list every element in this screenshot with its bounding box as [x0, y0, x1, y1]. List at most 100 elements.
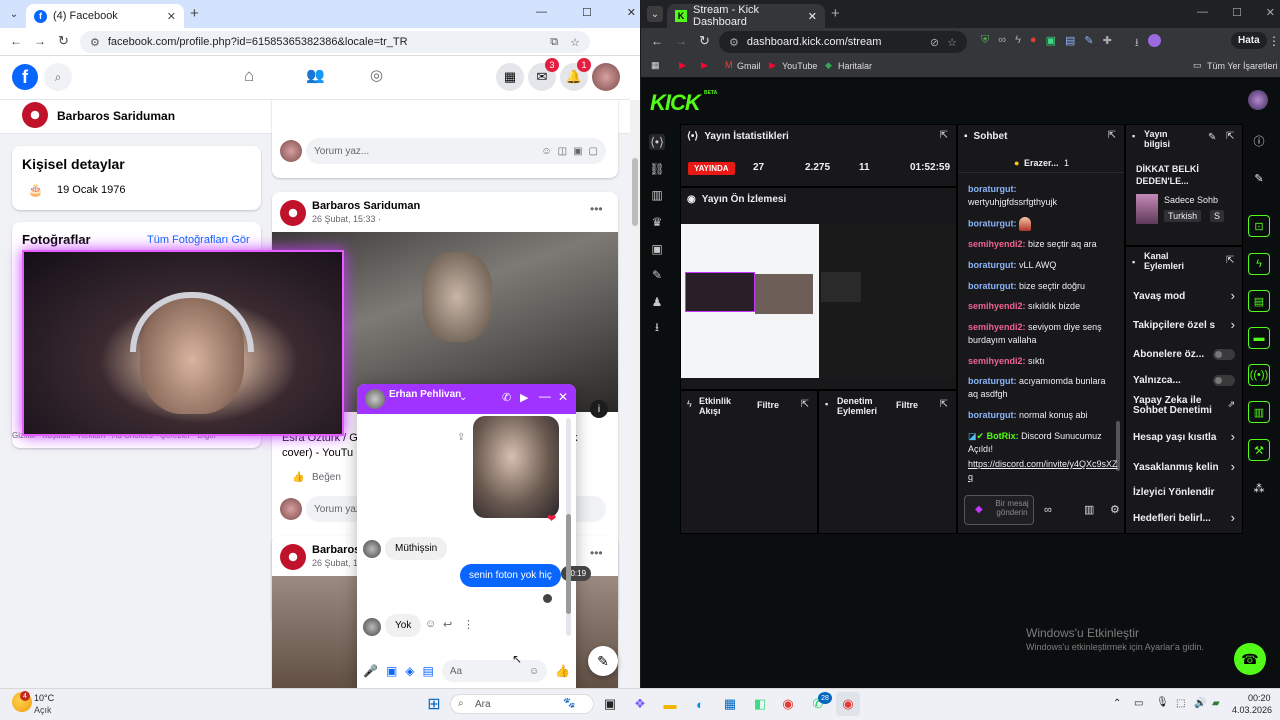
document-icon[interactable]: ▤ — [1248, 290, 1270, 312]
mic-icon[interactable]: 🎤 — [363, 664, 378, 678]
comment-icon[interactable]: ▬ — [1248, 327, 1270, 349]
chat-user[interactable]: semihyendi2: — [968, 301, 1026, 311]
network-icon[interactable]: ⬚ — [1176, 698, 1185, 709]
broadcast-icon[interactable]: ⟨•⟩ — [649, 134, 665, 150]
copilot-icon[interactable]: ❖ — [628, 692, 652, 716]
bookmark-gmail[interactable]: Gmail — [737, 61, 761, 71]
install-icon[interactable]: ⧉ — [550, 36, 558, 49]
action-ai-moderation[interactable]: Yapay Zeka ile Sohbet Denetimi ⇗ — [1125, 396, 1243, 420]
image-icon[interactable]: ▣ — [386, 664, 397, 678]
notifications-icon[interactable]: 🔔 1 — [560, 58, 591, 91]
bookmark-star-icon-right[interactable]: ☆ — [947, 36, 957, 49]
toggle-switch[interactable] — [1213, 349, 1235, 360]
moderation-expand-icon[interactable]: ⇱ — [940, 399, 948, 410]
reload-icon-right[interactable]: ↻ — [699, 33, 710, 49]
task-view-icon[interactable]: ▣ — [598, 692, 622, 716]
emoji-picker-icon[interactable]: ☺ — [529, 666, 539, 677]
messenger-icon[interactable]: ✉ 3 — [528, 58, 559, 91]
share-icon[interactable]: ⇪ — [457, 432, 465, 443]
emoji-icon[interactable]: ☺ — [541, 146, 551, 157]
video-call-icon[interactable]: ▶ — [520, 391, 528, 404]
mic-tray-icon[interactable]: 🎙 — [1156, 697, 1169, 708]
shield-ext-icon[interactable]: ⛨ — [981, 34, 989, 53]
store-icon[interactable]: ▦ — [718, 692, 742, 716]
taskbar-search[interactable]: ⌕ Ara 🐾 — [450, 694, 594, 714]
action-followers-only[interactable]: Takipçilere özel s › — [1125, 317, 1243, 337]
chat-input[interactable]: ◆ Bir mesaj gönderin — [964, 495, 1034, 525]
chat-user[interactable]: semihyendi2: — [968, 239, 1026, 249]
wrench-tool-icon[interactable]: ⚒ — [1248, 439, 1270, 461]
address-bar[interactable]: ⚙ facebook.com/profile.php?id=6158536538… — [80, 31, 590, 53]
post-more-icon[interactable]: ••• — [590, 202, 603, 216]
chrome-icon[interactable]: ◉ — [776, 692, 800, 716]
more-options-icon[interactable]: ⋮ — [463, 618, 474, 631]
post2-more-icon[interactable]: ••• — [590, 546, 603, 560]
yt-bookmark-icon[interactable]: ▶ — [679, 60, 686, 71]
action-account-age[interactable]: Hesap yaşı kısıtla › — [1125, 429, 1243, 449]
tab-search-icon-right[interactable]: ⌄ — [647, 6, 663, 22]
pencil-icon[interactable]: ✎ — [1248, 167, 1270, 189]
broadcast-signal-icon[interactable]: ((•)) — [1248, 364, 1270, 386]
comment-box[interactable]: Yorum yaz... ☺ ◫ ▣ ▢ — [306, 138, 606, 164]
reply-icon[interactable]: ↩ — [443, 618, 452, 631]
action-banned-words[interactable]: Yasaklanmış kelin › — [1125, 459, 1243, 479]
glasses-ext-icon[interactable]: ∞ — [998, 34, 1006, 53]
all-bookmarks[interactable]: Tüm Yer İşaretleri — [1207, 61, 1278, 71]
bookmark-youtube[interactable]: YouTube — [782, 61, 817, 71]
post2-date[interactable]: 26 Şubat, 14 — [312, 558, 363, 568]
groups-icon[interactable]: ◎ — [370, 66, 383, 84]
chat-scrollbar[interactable] — [566, 418, 571, 636]
chrome-active-icon[interactable]: ◉ — [836, 692, 860, 716]
chat-expand-icon[interactable]: ⇱ — [1108, 130, 1116, 141]
post-author-avatar[interactable] — [280, 200, 306, 226]
contact-name[interactable]: Erhan Pehlivan — [389, 389, 461, 400]
like-button[interactable]: Beğen — [312, 472, 341, 483]
stats-expand-icon[interactable]: ⇱ — [940, 130, 948, 141]
minimize-icon-right[interactable]: — — [1197, 6, 1208, 19]
volume-icon[interactable]: 🔊 — [1194, 698, 1206, 709]
green-ext-icon[interactable]: ▣ — [1046, 34, 1056, 53]
contact-avatar[interactable] — [365, 389, 385, 409]
chat-user[interactable]: semihyendi2: — [968, 322, 1026, 332]
info-circle-icon[interactable]: ⓘ — [1248, 130, 1270, 152]
stream-preview-video[interactable] — [681, 224, 956, 378]
post-author[interactable]: Barbaros Sariduman — [312, 200, 420, 212]
bookmark-maps[interactable]: Haritalar — [838, 61, 872, 71]
chat-input-emote-icon[interactable]: ◆ — [975, 504, 983, 515]
blue-ext-icon[interactable]: ▤ — [1065, 34, 1075, 53]
action-only[interactable]: Yalnızca... — [1125, 372, 1243, 392]
like-icon[interactable]: 👍 — [292, 472, 304, 483]
site-info-icon-right[interactable]: ⚙ — [729, 36, 739, 49]
action-host[interactable]: İzleyici Yönlendir — [1125, 484, 1243, 504]
close-window-icon[interactable]: ✕ — [627, 6, 636, 19]
account-avatar[interactable] — [592, 63, 620, 91]
file-explorer-icon[interactable]: ▬ — [658, 692, 682, 716]
forward-icon-right[interactable]: → — [675, 34, 687, 48]
tab-close-icon-right[interactable]: ✕ — [808, 10, 817, 23]
actions-expand-icon[interactable]: ⇱ — [1226, 255, 1234, 266]
home-icon[interactable]: ⌂ — [244, 66, 254, 86]
clock-time[interactable]: 00:20 — [1248, 693, 1271, 703]
forward-icon[interactable]: → — [34, 34, 46, 48]
translate-ext-icon[interactable]: ✎ — [1084, 34, 1093, 53]
react-icon[interactable]: ☺ — [425, 618, 436, 630]
tray-chevron-icon[interactable]: ⌃ — [1113, 698, 1121, 709]
kick-logo[interactable]: KICK — [650, 90, 701, 116]
battery-icon[interactable]: ▰ — [1212, 698, 1220, 709]
clock-date[interactable]: 4.03.2026 — [1232, 705, 1272, 715]
target-icon[interactable]: ⊡ — [1248, 215, 1270, 237]
chat-user[interactable]: semihyendi2: — [968, 356, 1026, 366]
profile-avatar-right[interactable] — [1147, 34, 1161, 47]
call-icon[interactable]: ✆ — [502, 391, 511, 404]
apps-dots-icon[interactable]: ⁂ — [1248, 477, 1270, 499]
info-expand-icon[interactable]: ⇱ — [1226, 131, 1234, 142]
gif-icon[interactable]: ▤ — [423, 664, 434, 678]
tab-kick[interactable]: K Stream - Kick Dashboard ✕ — [667, 4, 825, 28]
activity-expand-icon[interactable]: ⇱ — [801, 399, 809, 410]
chat-user[interactable]: boraturgut: — [968, 184, 1017, 194]
bookmark-star-icon[interactable]: ☆ — [570, 36, 580, 49]
chat-emote-menu-icon[interactable]: ∞ — [1044, 504, 1052, 516]
weather-temp[interactable]: 10°C — [34, 693, 54, 703]
address-bar-right[interactable]: ⚙ dashboard.kick.com/stream ⊘ ☆ — [719, 31, 967, 53]
puzzle-ext-icon[interactable]: ✚ — [1103, 34, 1112, 53]
